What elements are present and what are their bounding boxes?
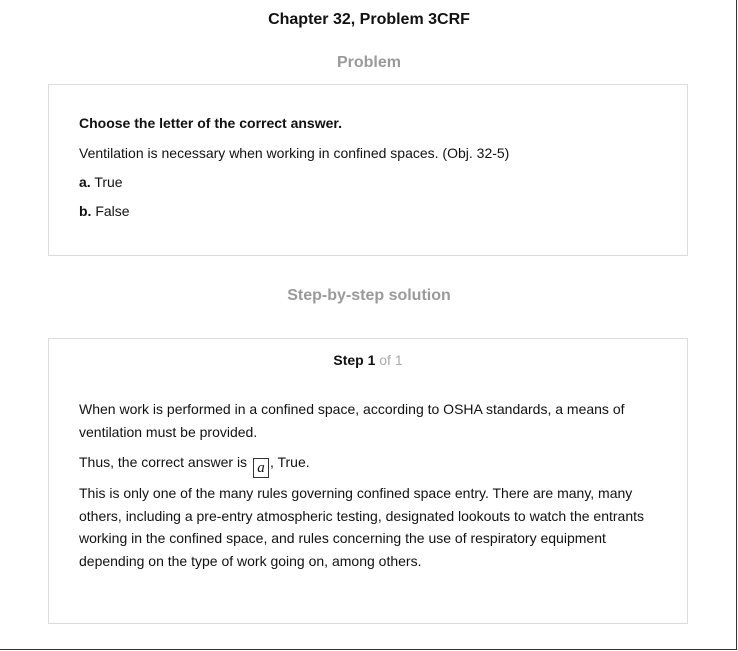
step-total: of 1 [379,352,403,368]
problem-heading: Problem [336,54,401,71]
option-text: False [95,203,130,219]
solution-paragraph: This is only one of the many rules gover… [79,485,644,569]
answer-option-a: a. True [79,174,123,190]
solution-answer-line: Thus, the correct answer is a, True. [79,451,664,478]
problem-card: Choose the letter of the correct answer.… [48,84,688,256]
option-text: True [94,174,123,190]
answer-option-b: b. False [79,203,130,219]
answer-prefix: Thus, the correct answer is [79,454,248,470]
problem-question: Ventilation is necessary when working in… [79,145,510,161]
step-number: Step 1 [333,352,376,368]
solution-card: Step 1 of 1 When work is performed in a … [48,338,688,624]
solution-paragraph: When work is performed in a confined spa… [79,401,625,440]
step-indicator: Step 1 of 1 [49,352,687,368]
answer-suffix: , True. [269,454,310,470]
problem-instruction: Choose the letter of the correct answer. [79,115,342,131]
answer-box: a [252,458,269,478]
solution-heading: Step-by-step solution [287,287,451,304]
option-letter: a. [79,174,91,190]
option-letter: b. [79,203,92,219]
page-title: Chapter 32, Problem 3CRF [268,11,470,28]
